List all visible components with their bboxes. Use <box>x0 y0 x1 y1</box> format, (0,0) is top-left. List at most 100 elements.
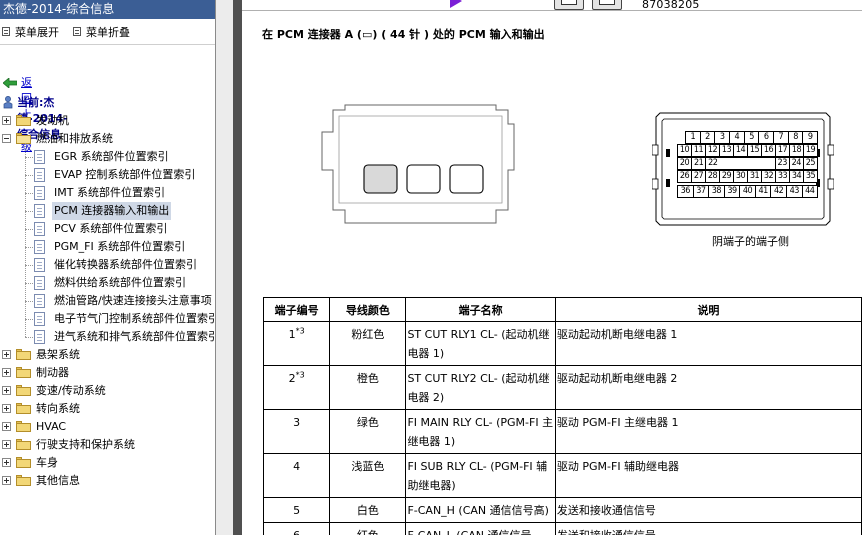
pin-cell: 7 <box>773 131 789 144</box>
tree-folder-3[interactable]: 制动器 <box>0 364 215 382</box>
pin-cell: 6 <box>758 131 775 144</box>
tree-doc-item[interactable]: 燃油管路/快速连接接头注意事项 <box>0 292 215 310</box>
tree-folder-9[interactable]: 其他信息 <box>0 472 215 490</box>
tree-doc-item[interactable]: EGR 系统部件位置索引 <box>0 148 215 166</box>
tree-doc-label[interactable]: 燃油管路/快速连接接头注意事项 <box>54 292 212 310</box>
wire-color-cell: 橙色 <box>329 365 407 410</box>
tree-doc-item[interactable]: IMT 系统部件位置索引 <box>0 184 215 202</box>
tree-folder-label[interactable]: 车身 <box>36 454 58 472</box>
tree-folder-label[interactable]: 燃油和排放系统 <box>36 130 113 148</box>
tree-folder-label[interactable]: 行驶支持和保护系统 <box>36 436 135 454</box>
expand-toggle-icon[interactable] <box>2 116 11 125</box>
folder-icon[interactable] <box>16 439 31 450</box>
tree-folder-7[interactable]: 行驶支持和保护系统 <box>0 436 215 454</box>
folder-icon[interactable] <box>16 385 31 396</box>
tree-folder-0[interactable]: 发动机 <box>0 112 215 130</box>
tree-folder-1[interactable]: 燃油和排放系统 <box>0 130 215 148</box>
tree-doc-item[interactable]: 燃料供给系统部件位置索引 <box>0 274 215 292</box>
tree-doc-label[interactable]: PGM_FI 系统部件位置索引 <box>54 238 185 256</box>
document-icon[interactable] <box>34 330 45 344</box>
tree-doc-item[interactable]: 电子节气门控制系统部件位置索引 <box>0 310 215 328</box>
tree-connector-line <box>25 211 33 212</box>
expand-toggle-icon[interactable] <box>2 422 11 431</box>
selected-tree-item-label[interactable]: PCM 连接器输入和输出 <box>52 202 172 220</box>
pin-cell: 22 <box>705 157 721 170</box>
tree-folder-label[interactable]: 发动机 <box>36 112 69 130</box>
tree-folder-2[interactable]: 悬架系统 <box>0 346 215 364</box>
tree-doc-label[interactable]: 催化转换器系统部件位置索引 <box>54 256 197 274</box>
document-icon[interactable] <box>34 186 45 200</box>
pin-cell: 42 <box>770 185 787 198</box>
pin-cell: 19 <box>803 144 818 157</box>
pin-cell: 35 <box>803 170 818 183</box>
folder-icon[interactable] <box>16 475 31 486</box>
document-icon[interactable] <box>34 276 45 290</box>
tree-connector-line <box>25 193 33 194</box>
document-icon[interactable] <box>34 222 45 236</box>
tree-folder-label[interactable]: 制动器 <box>36 364 69 382</box>
expand-toggle-icon[interactable] <box>2 458 11 467</box>
tree-doc-label[interactable]: 燃料供给系统部件位置索引 <box>54 274 186 292</box>
pin-cell: 2 <box>699 131 716 144</box>
tree-doc-item[interactable]: PCV 系统部件位置索引 <box>0 220 215 238</box>
document-icon[interactable] <box>34 168 45 182</box>
tree-doc-label[interactable]: EGR 系统部件位置索引 <box>54 148 169 166</box>
window-button[interactable] <box>554 0 584 10</box>
tree-doc-label[interactable]: IMT 系统部件位置索引 <box>54 184 165 202</box>
pin-cell: 27 <box>691 170 706 183</box>
tree-folder-label[interactable]: 其他信息 <box>36 472 80 490</box>
folder-icon[interactable] <box>16 457 31 468</box>
pin-cell: 38 <box>708 185 725 198</box>
tree-folder-5[interactable]: 转向系统 <box>0 400 215 418</box>
empty-pin-cell <box>733 157 748 170</box>
folder-icon[interactable] <box>16 421 31 432</box>
tree-folder-8[interactable]: 车身 <box>0 454 215 472</box>
tree-doc-item[interactable]: PGM_FI 系统部件位置索引 <box>0 238 215 256</box>
collapse-all-label: 菜单折叠 <box>86 25 130 39</box>
tree-folder-label[interactable]: 变速/传动系统 <box>36 382 106 400</box>
pin-cell: 3 <box>714 131 731 144</box>
folder-icon[interactable] <box>16 403 31 414</box>
play-icon[interactable] <box>450 0 462 8</box>
tree-folder-label[interactable]: HVAC <box>36 418 66 436</box>
tree-doc-item[interactable]: PCM 连接器输入和输出 <box>0 202 215 220</box>
expand-toggle-icon[interactable] <box>2 350 11 359</box>
expand-toggle-icon[interactable] <box>2 404 11 413</box>
document-icon[interactable] <box>34 150 45 164</box>
table-header-row: 端子编号 导线颜色 端子名称 说明 <box>262 297 862 322</box>
tree-folder-4[interactable]: 变速/传动系统 <box>0 382 215 400</box>
tree-doc-label[interactable]: 进气系统和排气系统部件位置索引 <box>54 328 215 346</box>
document-icon[interactable] <box>34 294 45 308</box>
terminal-number: 6 <box>293 529 300 535</box>
expand-toggle-icon[interactable] <box>2 368 11 377</box>
collapse-all-button[interactable]: 菜单折叠 <box>73 24 130 40</box>
window-button[interactable] <box>592 0 622 10</box>
expand-toggle-icon[interactable] <box>2 476 11 485</box>
panel-splitter[interactable] <box>233 0 242 535</box>
header-terminal-name: 端子名称 <box>405 297 556 322</box>
terminal-number-cell: 5 <box>262 497 331 523</box>
folder-icon[interactable] <box>16 133 31 144</box>
document-icon[interactable] <box>34 312 45 326</box>
tree-doc-item[interactable]: 催化转换器系统部件位置索引 <box>0 256 215 274</box>
back-arrow-icon[interactable] <box>3 78 17 88</box>
document-icon[interactable] <box>34 240 45 254</box>
tree-doc-item[interactable]: 进气系统和排气系统部件位置索引 <box>0 328 215 346</box>
tree-doc-item[interactable]: EVAP 控制系统部件位置索引 <box>0 166 215 184</box>
collapse-toggle-icon[interactable] <box>2 134 11 143</box>
folder-icon[interactable] <box>16 349 31 360</box>
tree-doc-label[interactable]: 电子节气门控制系统部件位置索引 <box>54 310 215 328</box>
tree-folder-label[interactable]: 转向系统 <box>36 400 80 418</box>
pin-row: 123456789 <box>685 131 819 144</box>
tree-doc-label[interactable]: PCV 系统部件位置索引 <box>54 220 167 238</box>
folder-icon[interactable] <box>16 115 31 126</box>
folder-icon[interactable] <box>16 367 31 378</box>
document-icon[interactable] <box>34 204 45 218</box>
expand-toggle-icon[interactable] <box>2 386 11 395</box>
tree-doc-label[interactable]: EVAP 控制系统部件位置索引 <box>54 166 195 184</box>
tree-folder-6[interactable]: HVAC <box>0 418 215 436</box>
document-icon[interactable] <box>34 258 45 272</box>
expand-toggle-icon[interactable] <box>2 440 11 449</box>
tree-folder-label[interactable]: 悬架系统 <box>36 346 80 364</box>
expand-all-button[interactable]: 菜单展开 <box>2 24 59 40</box>
